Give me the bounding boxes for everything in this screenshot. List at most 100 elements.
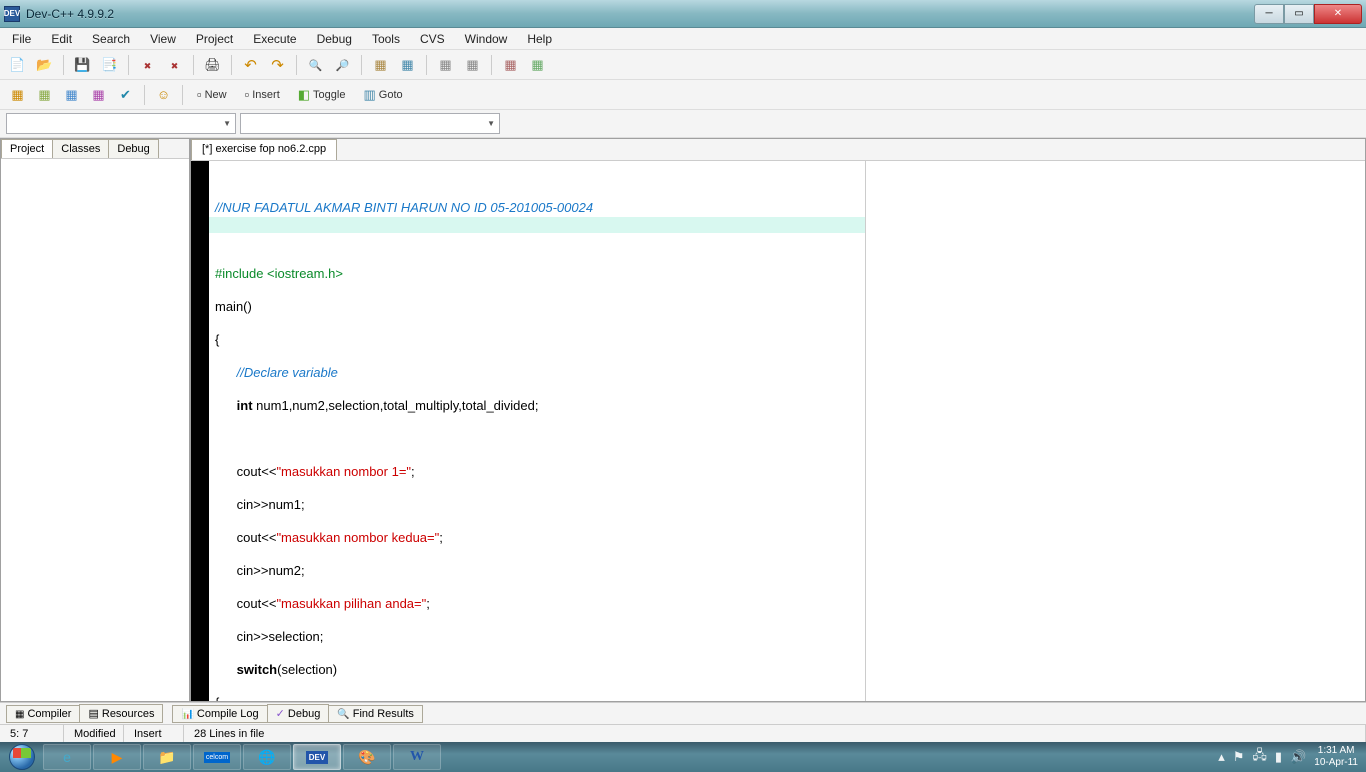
saveall-icon: [101, 57, 117, 73]
devcpp-icon: DEV: [306, 751, 328, 764]
tb2-about[interactable]: [152, 84, 175, 106]
redo-button[interactable]: [266, 54, 289, 76]
undo-button[interactable]: [239, 54, 262, 76]
menu-edit[interactable]: Edit: [41, 29, 82, 49]
insert-button[interactable]: Insert: [238, 84, 287, 106]
menu-help[interactable]: Help: [517, 29, 562, 49]
menu-tools[interactable]: Tools: [362, 29, 410, 49]
menu-project[interactable]: Project: [186, 29, 243, 49]
profile-button[interactable]: [526, 54, 549, 76]
compile-icon: [15, 708, 24, 720]
folder-icon: 📁: [158, 749, 175, 766]
code-line: (selection): [277, 662, 337, 677]
btab-resources[interactable]: Resources: [79, 704, 163, 723]
toolbar-main: [0, 50, 1366, 80]
toolbar-secondary: New Insert Toggle Goto: [0, 80, 1366, 110]
code-area[interactable]: //NUR FADATUL AKMAR BINTI HARUN NO ID 05…: [209, 161, 865, 701]
sidetab-classes[interactable]: Classes: [52, 139, 109, 158]
task-paint[interactable]: 🎨: [343, 744, 391, 770]
tray-battery-icon[interactable]: ▮: [1275, 749, 1282, 765]
btab-findresults[interactable]: Find Results: [328, 705, 423, 723]
tray-up-icon[interactable]: ▴: [1218, 749, 1225, 765]
code-str: "masukkan nombor kedua=": [276, 530, 439, 545]
goto-button[interactable]: Goto: [356, 84, 409, 106]
task-ie[interactable]: e: [43, 744, 91, 770]
separator: [426, 55, 427, 75]
windows-orb-icon: [9, 744, 35, 770]
btab-label: Compiler: [27, 708, 71, 720]
menu-cvs[interactable]: CVS: [410, 29, 455, 49]
btab-compiler[interactable]: Compiler: [6, 705, 80, 723]
print-button[interactable]: [201, 54, 224, 76]
editor-tab-active[interactable]: [*] exercise fop no6.2.cpp: [191, 139, 337, 160]
menu-debug[interactable]: Debug: [307, 29, 362, 49]
main-area: Project Classes Debug [*] exercise fop n…: [0, 138, 1366, 702]
window-controls: ─ ▭ ✕: [1254, 4, 1362, 24]
open-icon: [36, 57, 52, 73]
code-line: cout<<: [215, 464, 276, 479]
tb2-btn3[interactable]: [60, 84, 83, 106]
menu-search[interactable]: Search: [82, 29, 140, 49]
toggle-button[interactable]: Toggle: [291, 84, 353, 106]
task-celcom[interactable]: celcom: [193, 744, 241, 770]
code-line: cin>>num2;: [215, 563, 305, 578]
word-icon: W: [410, 749, 424, 765]
find-button[interactable]: [304, 54, 327, 76]
debug-icon: [504, 57, 516, 73]
separator: [63, 55, 64, 75]
class-combo[interactable]: [6, 113, 236, 134]
task-explorer[interactable]: 📁: [143, 744, 191, 770]
tb2-btn2[interactable]: [33, 84, 56, 106]
btab-compilelog[interactable]: Compile Log: [172, 705, 267, 723]
task-chrome[interactable]: 🌐: [243, 744, 291, 770]
save-button[interactable]: [71, 54, 94, 76]
task-devcpp[interactable]: DEV: [293, 744, 341, 770]
tb2-check[interactable]: [114, 84, 137, 106]
close-all-button[interactable]: [163, 54, 186, 76]
open-button[interactable]: [33, 54, 56, 76]
menu-window[interactable]: Window: [455, 29, 518, 49]
minimize-button[interactable]: ─: [1254, 4, 1284, 24]
compile-run-button[interactable]: [434, 54, 457, 76]
debug-button[interactable]: [499, 54, 522, 76]
resources-icon: [88, 707, 98, 720]
replace-button[interactable]: [331, 54, 354, 76]
new-doc-button[interactable]: New: [190, 84, 234, 106]
tb2-btn4[interactable]: [87, 84, 110, 106]
maximize-button[interactable]: ▭: [1284, 4, 1314, 24]
run-button[interactable]: [396, 54, 419, 76]
separator: [361, 55, 362, 75]
method-combo[interactable]: [240, 113, 500, 134]
task-media[interactable]: ▶: [93, 744, 141, 770]
compile-button[interactable]: [369, 54, 392, 76]
rebuild-button[interactable]: [461, 54, 484, 76]
side-content[interactable]: [1, 159, 189, 701]
menu-view[interactable]: View: [140, 29, 186, 49]
tray-network-icon[interactable]: 🖧: [1252, 746, 1267, 768]
editor-panel: [*] exercise fop no6.2.cpp //NUR FADATUL…: [190, 138, 1366, 702]
code-line: ;: [411, 464, 415, 479]
saveall-button[interactable]: [98, 54, 121, 76]
redo-icon: [271, 56, 284, 74]
sidetab-project[interactable]: Project: [1, 139, 53, 158]
new-button[interactable]: [6, 54, 29, 76]
tray-flag-icon[interactable]: ⚑: [1233, 749, 1245, 765]
tray-volume-icon[interactable]: 🔊: [1290, 749, 1306, 765]
code-line: cout<<: [215, 530, 276, 545]
tray-clock[interactable]: 1:31 AM 10-Apr-11: [1314, 745, 1358, 769]
insert-label: Insert: [252, 89, 280, 101]
task-word[interactable]: W: [393, 744, 441, 770]
close-button[interactable]: ✕: [1314, 4, 1362, 24]
menu-execute[interactable]: Execute: [243, 29, 306, 49]
sidetab-debug[interactable]: Debug: [108, 139, 158, 158]
code-str: "masukkan pilihan anda=": [276, 596, 426, 611]
save-icon: [74, 57, 90, 73]
code-line: [215, 398, 237, 413]
menu-file[interactable]: File: [2, 29, 41, 49]
tb2-btn1[interactable]: [6, 84, 29, 106]
run-icon: [401, 57, 413, 73]
close-file-button[interactable]: [136, 54, 159, 76]
code-line: //NUR FADATUL AKMAR BINTI HARUN NO ID 05…: [215, 200, 593, 215]
btab-label: Resources: [102, 708, 155, 720]
btab-debug[interactable]: Debug: [267, 704, 330, 723]
